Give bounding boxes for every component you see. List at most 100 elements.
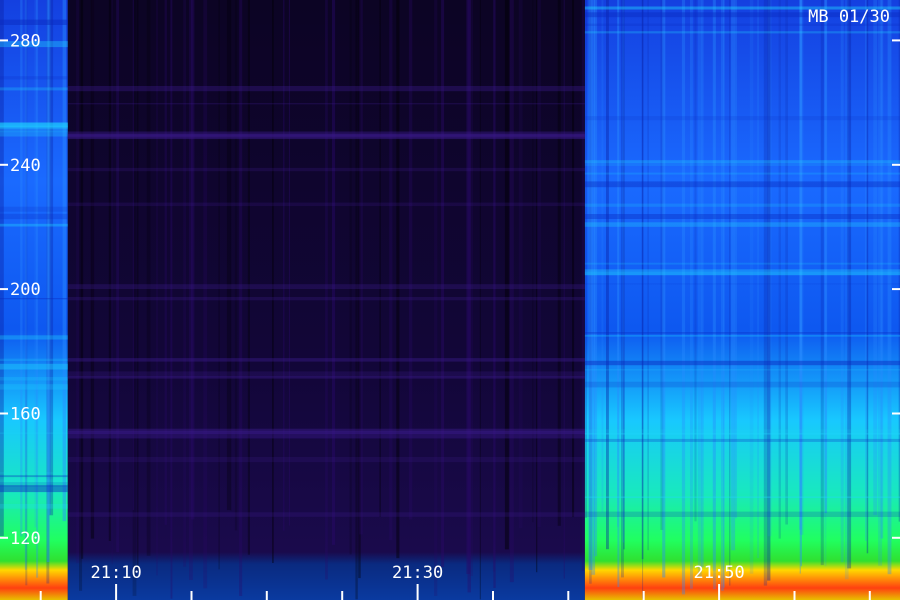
spectrogram-streak bbox=[844, 0, 849, 580]
spectrogram-band bbox=[0, 432, 68, 434]
spectrogram-streak bbox=[785, 0, 788, 525]
spectrogram-streak bbox=[170, 0, 172, 553]
spectrogram-band bbox=[67, 86, 585, 92]
spectrogram-streak bbox=[697, 0, 702, 577]
spectrogram-streak bbox=[441, 0, 445, 567]
spectrogram-band bbox=[0, 131, 68, 133]
spectrogram-chart: 280 240 200 160 120 21:10 21:30 21:50 MB… bbox=[0, 0, 900, 600]
spectrogram-segment bbox=[584, 0, 900, 600]
spectrogram-streak bbox=[824, 0, 828, 513]
x-tick-label: 21:50 bbox=[694, 563, 745, 583]
spectrogram-band bbox=[0, 213, 68, 220]
spectrogram-streak bbox=[799, 0, 804, 535]
spectrogram-band bbox=[67, 358, 585, 362]
spectrogram-streak bbox=[504, 0, 509, 550]
spectrogram-streak bbox=[20, 0, 23, 537]
spectrogram-band bbox=[67, 512, 585, 517]
spectrogram-band bbox=[0, 132, 68, 137]
spectrogram-streak bbox=[532, 0, 534, 523]
spectrogram-band bbox=[584, 203, 900, 207]
spectrogram-band bbox=[0, 363, 68, 370]
spectrogram-band bbox=[584, 369, 900, 371]
spectrogram-streak bbox=[757, 0, 759, 559]
spectrogram-band bbox=[584, 381, 900, 388]
y-tick-label: 200 bbox=[10, 280, 41, 300]
spectrogram-band bbox=[0, 377, 68, 381]
spectrogram-band bbox=[0, 503, 68, 509]
spectrogram-streak bbox=[662, 0, 666, 578]
y-tick-label: 280 bbox=[10, 31, 41, 51]
spectrogram-streak bbox=[379, 0, 381, 517]
spectrogram-band bbox=[584, 332, 900, 334]
spectrogram-band bbox=[67, 297, 585, 301]
spectrogram-streak bbox=[359, 0, 363, 535]
spectrogram-band bbox=[584, 335, 900, 337]
spectrogram-streak bbox=[557, 0, 561, 526]
spectrogram-streak bbox=[46, 0, 50, 562]
spectrogram-streak bbox=[820, 0, 824, 566]
spectrogram-streak bbox=[641, 0, 644, 560]
spectrogram-band bbox=[584, 222, 900, 227]
spectrogram-band bbox=[584, 283, 900, 285]
x-tick-label: 21:30 bbox=[392, 563, 443, 583]
spectrogram-streak bbox=[116, 0, 120, 553]
spectrogram-streak bbox=[0, 0, 4, 536]
spectrogram-band bbox=[67, 428, 585, 433]
spectrogram-band bbox=[584, 429, 900, 435]
spectrogram-streak bbox=[537, 0, 541, 528]
spectrogram-band bbox=[67, 376, 585, 379]
spectrogram-streak bbox=[694, 0, 697, 522]
spectrogram-band bbox=[584, 162, 900, 166]
spectrogram-band bbox=[0, 358, 68, 361]
spectrogram-band bbox=[584, 214, 900, 219]
spectrogram-band bbox=[584, 116, 900, 121]
x-tick-label: 21:10 bbox=[91, 563, 142, 583]
spectrogram-streak bbox=[408, 0, 413, 520]
spectrogram-band bbox=[584, 496, 900, 498]
spectrogram-streak bbox=[332, 0, 336, 545]
spectrogram-streak bbox=[234, 0, 238, 531]
spectrogram-streak bbox=[873, 0, 878, 515]
y-tick-label: 160 bbox=[10, 405, 41, 425]
spectrogram-streak bbox=[283, 0, 285, 531]
spectrogram-band bbox=[584, 181, 900, 188]
spectrogram-band bbox=[584, 31, 900, 34]
spectrogram-streak bbox=[887, 0, 892, 575]
spectrogram-streak bbox=[749, 0, 754, 574]
spectrogram-streak bbox=[588, 0, 593, 570]
spectrogram-streak bbox=[272, 0, 274, 563]
spectrogram-streak bbox=[681, 0, 686, 595]
spectrogram-band bbox=[0, 223, 68, 227]
spectrogram-band bbox=[67, 437, 585, 439]
spectrogram-band bbox=[0, 19, 68, 25]
spectrogram-band bbox=[67, 457, 585, 463]
spectrogram-band bbox=[0, 76, 68, 80]
spectrogram-band bbox=[0, 206, 68, 212]
spectrogram-streak bbox=[572, 0, 575, 518]
spectrogram-streak bbox=[349, 0, 352, 555]
spectrogram-streak bbox=[247, 0, 250, 555]
spectrogram-band bbox=[0, 485, 68, 487]
spectrogram-band bbox=[67, 103, 585, 105]
spectrogram-band bbox=[584, 271, 900, 276]
spectrogram-streak bbox=[690, 0, 693, 589]
spectrogram-band bbox=[584, 511, 900, 517]
spectrogram-band bbox=[584, 172, 900, 175]
spectrogram-streak bbox=[111, 0, 113, 565]
spectrogram-band bbox=[584, 360, 900, 366]
spectrogram-streak bbox=[840, 0, 844, 563]
spectrogram-streak bbox=[76, 0, 80, 564]
spectrogram-band bbox=[584, 160, 900, 163]
spectrogram-streak bbox=[767, 0, 772, 537]
spectrogram-streak bbox=[601, 0, 604, 513]
spectrogram-band bbox=[0, 472, 68, 474]
spectrogram-band bbox=[0, 475, 68, 478]
spectrogram-streak bbox=[146, 0, 151, 556]
spectrogram-band bbox=[0, 384, 68, 390]
spectrogram-streak bbox=[288, 0, 290, 526]
spectrogram-streak bbox=[713, 0, 716, 590]
spectrogram-band bbox=[0, 486, 68, 493]
spectrogram-band bbox=[584, 438, 900, 442]
spectrogram-band bbox=[67, 371, 585, 377]
spectrogram-streak bbox=[518, 0, 523, 528]
